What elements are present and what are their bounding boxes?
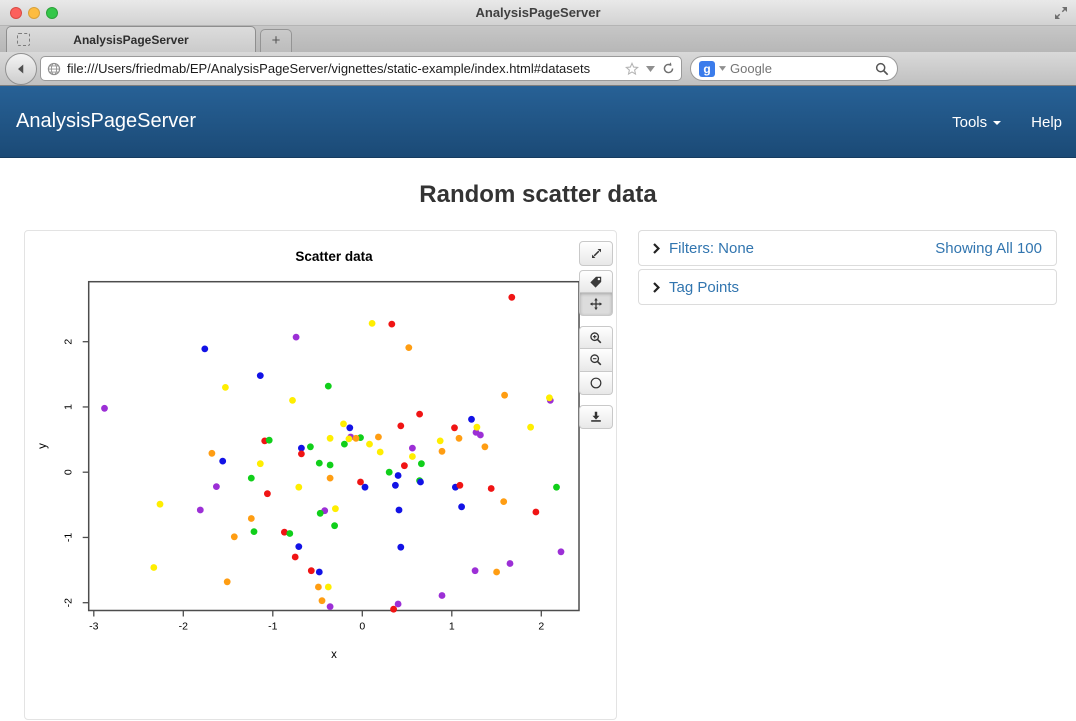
svg-text:-2: -2 (63, 598, 75, 607)
window-fullscreen-icon[interactable] (1054, 6, 1068, 20)
filters-status: Showing All 100 (935, 240, 1042, 257)
globe-icon (47, 62, 61, 76)
search-icon[interactable] (875, 62, 889, 76)
plot-axes: -3 -2 -1 0 1 2 -2 -1 0 1 2 (63, 282, 579, 633)
plot-panel: Scatter data -3 -2 -1 0 1 2 -2 -1 0 1 2 x y (24, 230, 617, 720)
tag-points-panel-header[interactable]: Tag Points (638, 269, 1057, 305)
google-favicon: g (699, 61, 715, 77)
url-input[interactable] (67, 61, 621, 76)
svg-text:2: 2 (538, 621, 544, 633)
page-title: Random scatter data (0, 181, 1076, 209)
plot-select-circle-button[interactable] (579, 372, 613, 395)
svg-text:0: 0 (359, 621, 365, 633)
svg-text:2: 2 (63, 339, 75, 345)
svg-text:0: 0 (63, 469, 75, 475)
bookmark-star-icon[interactable] (625, 62, 639, 76)
move-icon (589, 297, 603, 311)
svg-text:-1: -1 (268, 621, 277, 633)
svg-text:-1: -1 (63, 533, 75, 542)
plot-points (101, 294, 564, 613)
tag-icon (589, 275, 603, 288)
svg-text:-2: -2 (179, 621, 188, 633)
chevron-down-icon (993, 121, 1001, 125)
chevron-right-icon (653, 282, 660, 293)
app-navbar: AnalysisPageServer Tools Help (0, 86, 1076, 158)
scatter-plot[interactable]: Scatter data -3 -2 -1 0 1 2 -2 -1 0 1 2 x y (25, 231, 585, 691)
plot-zoom-out-button[interactable] (579, 349, 613, 372)
plot-tag-button[interactable] (579, 270, 613, 293)
plot-expand-button[interactable] (579, 241, 613, 266)
svg-text:1: 1 (449, 621, 455, 633)
filters-panel-header[interactable]: Filters: None Showing All 100 (638, 230, 1057, 266)
search-input[interactable] (730, 61, 871, 76)
nav-help-link[interactable]: Help (1031, 114, 1062, 131)
url-bar[interactable] (40, 56, 682, 81)
app-brand[interactable]: AnalysisPageServer (16, 110, 196, 133)
plot-download-button[interactable] (579, 405, 613, 429)
chevron-right-icon (653, 243, 660, 254)
download-icon (589, 410, 603, 424)
x-axis-label: x (331, 649, 337, 661)
search-bar[interactable]: g (690, 56, 898, 81)
back-arrow-icon (15, 63, 27, 75)
url-dropdown-icon[interactable] (646, 66, 655, 72)
new-tab-button[interactable]: + (260, 29, 292, 52)
circle-icon (589, 376, 603, 390)
zoom-in-icon (589, 331, 603, 345)
nav-tools-label: Tools (952, 114, 987, 131)
y-axis-label: y (37, 443, 49, 449)
filters-toggle-label: Filters: None (669, 240, 754, 257)
back-button[interactable] (5, 53, 37, 85)
nav-help-label: Help (1031, 114, 1062, 131)
nav-tools-menu[interactable]: Tools (952, 114, 1001, 131)
zoom-out-icon (589, 353, 603, 367)
reload-icon[interactable] (662, 62, 675, 75)
tag-points-toggle-label: Tag Points (669, 279, 739, 296)
svg-text:1: 1 (63, 404, 75, 410)
svg-text:-3: -3 (89, 621, 98, 633)
tab-bar: AnalysisPageServer + (0, 26, 1076, 52)
window-title: AnalysisPageServer (0, 5, 1076, 20)
tab-title: AnalysisPageServer (7, 33, 255, 47)
search-engine-dropdown-icon[interactable] (719, 66, 726, 71)
window-titlebar: AnalysisPageServer (0, 0, 1076, 26)
plot-pan-button[interactable] (579, 293, 613, 316)
expand-icon (590, 247, 603, 260)
plot-title: Scatter data (295, 249, 373, 264)
browser-toolbar: g ★ (0, 52, 1076, 86)
plot-zoom-in-button[interactable] (579, 326, 613, 349)
tab-analysispageserver[interactable]: AnalysisPageServer (6, 26, 256, 52)
